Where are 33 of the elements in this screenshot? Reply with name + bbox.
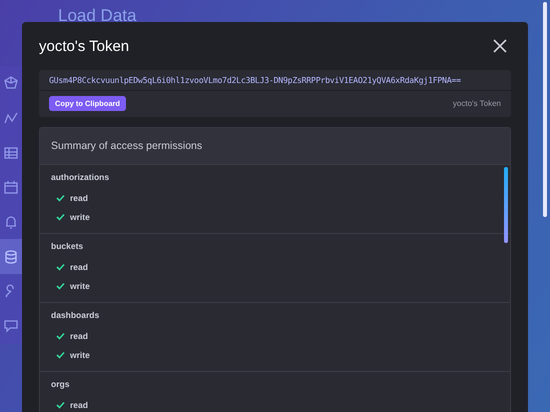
calendar-icon (4, 180, 18, 194)
token-description: yocto's Token (452, 99, 501, 108)
check-icon (56, 400, 65, 408)
database-icon (5, 250, 17, 264)
scrollbar-thumb[interactable] (504, 167, 508, 243)
page-scrollbar[interactable] (543, 2, 547, 217)
check-icon (56, 212, 65, 220)
table-icon (4, 147, 18, 158)
graph-icon (4, 112, 18, 124)
close-icon (493, 39, 507, 53)
resource-name: dashboards (51, 310, 100, 320)
resource-name: buckets (51, 241, 84, 251)
check-icon (56, 262, 65, 270)
permission-label: write (70, 280, 90, 290)
bell-icon (5, 216, 17, 229)
permissions-title: Summary of access permissions (40, 128, 510, 165)
permission-label: read (70, 400, 88, 410)
check-icon (56, 350, 65, 358)
permission-label: read (70, 192, 88, 202)
permission-label: write (70, 350, 90, 360)
permission-label: read (70, 262, 88, 272)
permission-label: read (70, 330, 88, 340)
dialog-title: yocto's Token (39, 38, 130, 54)
check-icon (56, 194, 65, 202)
resource-name: orgs (51, 379, 70, 389)
permission-label: write (70, 212, 90, 222)
chat-icon (4, 320, 18, 333)
resource-name: authorizations (51, 172, 110, 182)
check-icon (56, 332, 65, 340)
close-button[interactable] (491, 37, 509, 55)
check-icon (56, 282, 65, 290)
page-title: Load Data (58, 6, 136, 26)
token-text: GUsm4P8CckcvuunlpEDw5qL6i0hl1zvooVLmo7d2Lc3BLJ3-DN9pZsRRPPrbviV1EAO21yQVA6xRdaKgj1FPNA== (39, 70, 511, 91)
